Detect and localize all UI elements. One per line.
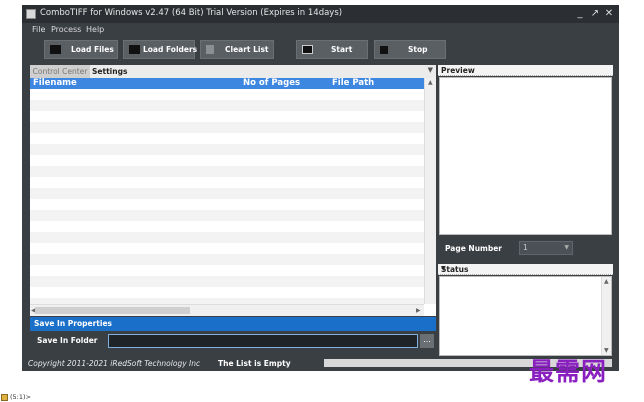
chevron-down-icon: ▼ — [564, 244, 569, 251]
status-box: ▲ ▼ — [439, 276, 612, 356]
table-row[interactable] — [30, 166, 424, 177]
stop-icon — [380, 46, 388, 54]
table-row[interactable] — [30, 265, 424, 276]
table-row[interactable] — [30, 254, 424, 265]
menu-help[interactable]: Help — [86, 25, 104, 34]
watermark: 最需网 — [529, 357, 608, 386]
browse-button[interactable]: ... — [420, 334, 434, 348]
scroll-right-icon[interactable]: ▶ — [416, 307, 421, 314]
table-row[interactable] — [30, 210, 424, 221]
toolbar: Load Files Load Folders Cleart List Star… — [22, 37, 619, 63]
status-message: The List is Empty — [218, 359, 291, 368]
tab-strip: Control Center Settings ▼ — [30, 65, 436, 78]
scroll-up-icon[interactable]: ▲ — [428, 79, 433, 86]
preview-box — [439, 77, 612, 235]
save-folder-input[interactable] — [108, 334, 418, 348]
chevron-down-icon[interactable]: ▼ — [441, 265, 609, 272]
table-row[interactable] — [30, 133, 424, 144]
save-folder-row: Save In Folder ... — [30, 331, 436, 351]
grid-header: Filename No of Pages File Path — [30, 78, 424, 89]
table-row[interactable] — [30, 243, 424, 254]
stop-button[interactable]: Stop — [374, 40, 446, 59]
table-row[interactable] — [30, 155, 424, 166]
clear-list-button[interactable]: Cleart List — [200, 40, 274, 59]
table-row[interactable] — [30, 276, 424, 287]
horizontal-scrollbar[interactable]: ◀ ▶ — [30, 304, 424, 316]
folder-icon — [50, 45, 61, 54]
title-bar[interactable]: ComboTIFF for Windows v2.47 (64 Bit) Tri… — [22, 5, 619, 23]
column-filename[interactable]: Filename — [33, 78, 77, 89]
taskbar-fragment[interactable]: (5:1)> — [0, 393, 48, 402]
play-icon — [302, 45, 313, 54]
table-row[interactable] — [30, 100, 424, 111]
table-row[interactable] — [30, 177, 424, 188]
preview-header: Preview — [438, 65, 613, 76]
close-button[interactable]: ✕ — [602, 6, 616, 22]
save-folder-label: Save In Folder — [37, 336, 98, 345]
table-row[interactable] — [30, 144, 424, 155]
document-icon — [206, 45, 214, 54]
menu-bar: File Process Help — [22, 23, 619, 37]
table-row[interactable] — [30, 287, 424, 298]
table-row[interactable] — [30, 111, 424, 122]
column-file-path[interactable]: File Path — [332, 78, 374, 89]
table-row[interactable] — [30, 122, 424, 133]
maximize-button[interactable]: ↗ — [588, 6, 602, 22]
folders-icon — [129, 45, 140, 54]
scroll-thumb[interactable] — [35, 307, 190, 314]
table-row[interactable] — [30, 199, 424, 210]
app-window: ComboTIFF for Windows v2.47 (64 Bit) Tri… — [22, 5, 619, 371]
vertical-scrollbar[interactable]: ▲ — [424, 78, 436, 304]
copyright-text: Copyright 2011-2021 iRedSoft Technology … — [28, 359, 201, 368]
minimize-button[interactable]: _ — [573, 6, 587, 22]
page-number-label: Page Number — [445, 244, 503, 253]
column-no-of-pages[interactable]: No of Pages — [243, 78, 300, 89]
tab-settings[interactable]: Settings — [92, 65, 127, 78]
load-folders-button[interactable]: Load Folders — [123, 40, 197, 59]
chevron-down-icon[interactable]: ▼ — [428, 66, 433, 74]
preview-pane: Preview Page Number 1 ▼ Status ▼ ▲ ▼ — [438, 65, 613, 356]
table-row[interactable] — [30, 232, 424, 243]
start-button[interactable]: Start — [296, 40, 368, 59]
status-scrollbar[interactable]: ▲ ▼ — [601, 277, 611, 355]
status-header: Status ▼ — [438, 264, 613, 275]
save-properties-header: Save In Properties — [30, 317, 436, 331]
scroll-up-icon[interactable]: ▲ — [604, 278, 609, 285]
table-row[interactable] — [30, 188, 424, 199]
table-row[interactable] — [30, 89, 424, 100]
load-files-button[interactable]: Load Files — [44, 40, 118, 59]
window-title: ComboTIFF for Windows v2.47 (64 Bit) Tri… — [40, 8, 343, 18]
app-icon — [26, 9, 36, 19]
page-number-row: Page Number 1 ▼ — [438, 237, 613, 259]
file-list-pane: Control Center Settings ▼ Filename No of… — [30, 65, 436, 316]
page-number-select[interactable]: 1 ▼ — [519, 241, 573, 255]
file-list-grid[interactable]: Filename No of Pages File Path — [30, 78, 424, 304]
menu-process[interactable]: Process — [51, 25, 81, 34]
folder-icon — [1, 394, 8, 401]
tab-control-center[interactable]: Control Center — [30, 65, 90, 78]
menu-file[interactable]: File — [32, 25, 45, 34]
table-row[interactable] — [30, 221, 424, 232]
